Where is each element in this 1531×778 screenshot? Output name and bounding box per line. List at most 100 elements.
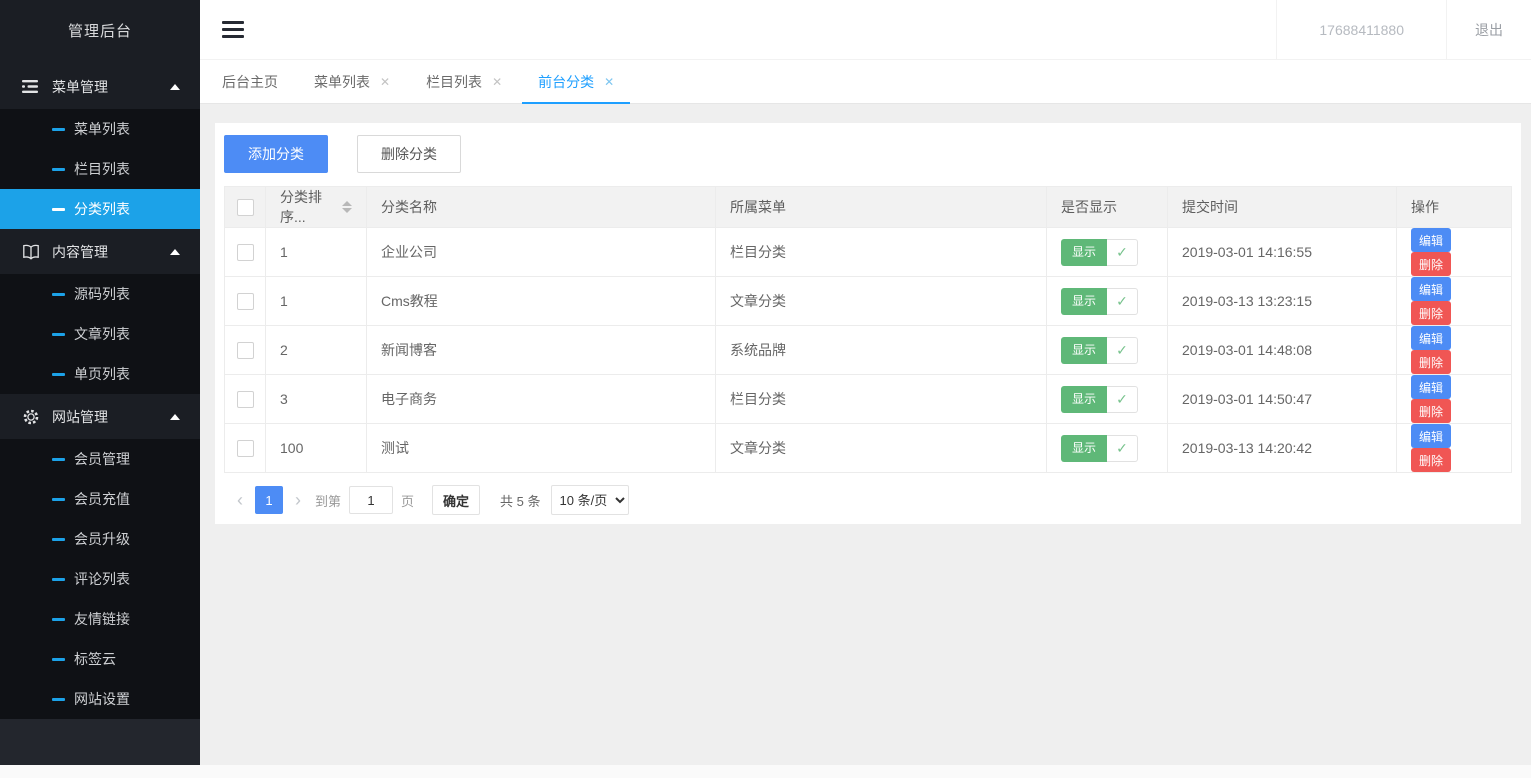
logout-button[interactable]: 退出 [1447,0,1531,59]
dash-icon [52,208,65,211]
goto-page-input[interactable] [349,486,393,514]
delete-button[interactable]: 删除 [1411,350,1451,374]
visible-toggle[interactable]: 显示✓ [1061,435,1138,462]
table-row: 3 电子商务 栏目分类 显示✓ 2019-03-01 14:50:47 编辑删除 [225,375,1512,424]
confirm-page-button[interactable]: 确定 [432,485,480,515]
table-row: 1 Cms教程 文章分类 显示✓ 2019-03-13 13:23:15 编辑删… [225,277,1512,326]
visible-toggle[interactable]: 显示✓ [1061,288,1138,315]
check-icon: ✓ [1107,435,1138,462]
visible-toggle[interactable]: 显示✓ [1061,239,1138,266]
select-all-checkbox[interactable] [237,199,254,216]
delete-button[interactable]: 删除 [1411,399,1451,423]
sidebar-item-member-manage[interactable]: 会员管理 [0,439,200,479]
username-menu[interactable]: 17688411880 [1276,0,1447,59]
row-checkbox[interactable] [237,342,254,359]
column-header-action: 操作 [1397,187,1512,228]
tab-bar: 后台主页 菜单列表✕ 栏目列表✕ 前台分类 ✕ [200,60,1531,104]
tab-home[interactable]: 后台主页 [206,60,294,103]
visible-toggle[interactable]: 显示✓ [1061,337,1138,364]
tab-menu-list[interactable]: 菜单列表✕ [298,60,406,103]
sidebar-item-source-list[interactable]: 源码列表 [0,274,200,314]
delete-button[interactable]: 删除 [1411,252,1451,276]
add-category-button[interactable]: 添加分类 [224,135,328,173]
toolbar: 添加分类 删除分类 [224,135,1512,173]
sidebar-group-label: 菜单管理 [52,77,170,97]
sidebar-item-label: 源码列表 [74,284,130,304]
sidebar-item-article-list[interactable]: 文章列表 [0,314,200,354]
dash-icon [52,458,65,461]
edit-button[interactable]: 编辑 [1411,228,1451,252]
sidebar-item-label: 会员管理 [74,449,130,469]
sidebar-item-tag-cloud[interactable]: 标签云 [0,639,200,679]
tab-label: 前台分类 [538,72,594,92]
cell-menu: 文章分类 [716,277,1047,326]
delete-button[interactable]: 删除 [1411,448,1451,472]
hamburger-icon[interactable] [222,17,246,42]
prev-page-icon[interactable]: ‹ [231,491,249,509]
sidebar-item-comment-list[interactable]: 评论列表 [0,559,200,599]
sidebar-item-menu-list[interactable]: 菜单列表 [0,109,200,149]
cell-menu: 文章分类 [716,424,1047,473]
total-count-label: 共 5 条 [500,491,540,510]
check-icon: ✓ [1107,337,1138,364]
close-icon[interactable]: ✕ [604,76,614,88]
cell-name: 新闻博客 [367,326,716,375]
column-header-name: 分类名称 [367,187,716,228]
sidebar-group-header-content[interactable]: 内容管理 [0,229,200,274]
close-icon[interactable]: ✕ [492,76,502,88]
next-page-icon[interactable]: › [289,491,307,509]
table-header-row: 分类排序... 分类名称 所属菜单 是否显示 提交时间 操作 [225,187,1512,228]
sidebar-group-header-menu[interactable]: 菜单管理 [0,64,200,109]
delete-button[interactable]: 删除 [1411,301,1451,325]
row-checkbox[interactable] [237,244,254,261]
cell-menu: 栏目分类 [716,375,1047,424]
column-header-sort[interactable]: 分类排序... [266,187,367,228]
edit-button[interactable]: 编辑 [1411,277,1451,301]
sidebar-item-label: 菜单列表 [74,119,130,139]
sidebar-item-label: 分类列表 [74,199,130,219]
sidebar-item-label: 标签云 [74,649,116,669]
visible-toggle[interactable]: 显示✓ [1061,386,1138,413]
close-icon[interactable]: ✕ [380,76,390,88]
sidebar-item-category-list[interactable]: 分类列表 [0,189,200,229]
sidebar-item-member-upgrade[interactable]: 会员升级 [0,519,200,559]
tab-column-list[interactable]: 栏目列表✕ [410,60,518,103]
cell-menu: 栏目分类 [716,228,1047,277]
sort-icon[interactable] [342,201,352,213]
dash-icon [52,333,65,336]
sidebar-item-column-list[interactable]: 栏目列表 [0,149,200,189]
page-size-select[interactable]: 10 条/页 [551,485,629,515]
dash-icon [52,698,65,701]
sidebar-group-header-site[interactable]: 网站管理 [0,394,200,439]
delete-category-button[interactable]: 删除分类 [357,135,461,173]
chevron-up-icon [170,84,180,90]
horizontal-scrollbar-track[interactable] [0,765,1531,778]
sidebar-item-friend-links[interactable]: 友情链接 [0,599,200,639]
category-table: 分类排序... 分类名称 所属菜单 是否显示 提交时间 操作 [224,186,1512,473]
menu-list-icon [22,79,40,95]
sidebar-item-label: 文章列表 [74,324,130,344]
tab-label: 后台主页 [222,72,278,92]
cell-time: 2019-03-13 14:20:42 [1168,424,1397,473]
sidebar-item-label: 单页列表 [74,364,130,384]
column-header-time: 提交时间 [1168,187,1397,228]
cell-sort: 1 [266,277,367,326]
pagination: ‹ 1 › 到第 页 确定 共 5 条 10 条/页 [224,484,1512,516]
sidebar: 管理后台 菜单管理 菜单列表 栏目列表 分类列表 内容管理 [0,0,200,765]
tab-front-category[interactable]: 前台分类 ✕ [522,60,630,103]
edit-button[interactable]: 编辑 [1411,326,1451,350]
cell-time: 2019-03-13 13:23:15 [1168,277,1397,326]
row-checkbox[interactable] [237,391,254,408]
top-header: 17688411880 退出 [200,0,1531,60]
cell-sort: 3 [266,375,367,424]
row-checkbox[interactable] [237,293,254,310]
row-checkbox[interactable] [237,440,254,457]
sidebar-item-page-list[interactable]: 单页列表 [0,354,200,394]
sidebar-item-site-settings[interactable]: 网站设置 [0,679,200,719]
current-page-button[interactable]: 1 [255,486,283,514]
edit-button[interactable]: 编辑 [1411,424,1451,448]
cell-sort: 2 [266,326,367,375]
submenu-content: 源码列表 文章列表 单页列表 [0,274,200,394]
edit-button[interactable]: 编辑 [1411,375,1451,399]
sidebar-item-member-recharge[interactable]: 会员充值 [0,479,200,519]
